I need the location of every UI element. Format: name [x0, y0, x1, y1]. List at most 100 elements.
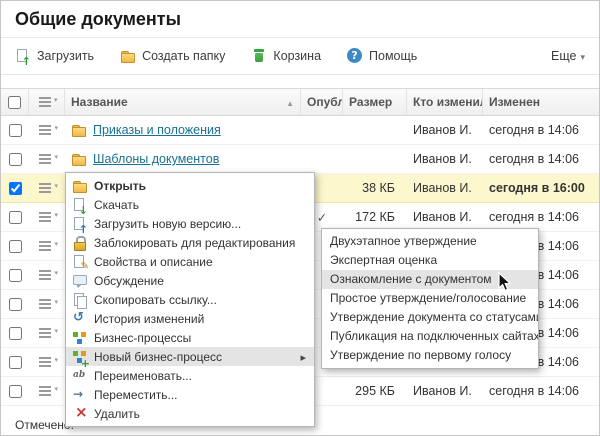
- size-cell: 38 КБ: [343, 181, 407, 195]
- menu-copy-link[interactable]: Скопировать ссылку...: [66, 290, 314, 309]
- menu-item-label: Переместить...: [94, 388, 178, 402]
- row-menu-icon[interactable]: [39, 269, 55, 281]
- folder-icon: [71, 122, 87, 138]
- row-menu-cell: [29, 327, 65, 339]
- menu-item-label: Загрузить новую версию...: [94, 217, 241, 231]
- menu-rename[interactable]: Переименовать...: [66, 366, 314, 385]
- upload-button[interactable]: Загрузить: [15, 48, 94, 64]
- column-header-size[interactable]: Размер: [343, 89, 407, 115]
- row-menu-cell: [29, 385, 65, 397]
- submenu-first-vote-approval[interactable]: Утверждение по первому голосу: [322, 346, 538, 365]
- menu-properties[interactable]: Свойства и описание: [66, 252, 314, 271]
- history-icon: [72, 311, 88, 327]
- submenu-two-stage-approval[interactable]: Двухэтапное утверждение: [322, 232, 538, 251]
- size-cell-text: 172 КБ: [355, 210, 395, 224]
- recycle-bin-button[interactable]: Корзина: [251, 48, 321, 64]
- row-checkbox[interactable]: [9, 269, 22, 282]
- menu-business-processes[interactable]: Бизнес-процессы: [66, 328, 314, 347]
- column-header-published[interactable]: Опубл.: [301, 89, 343, 115]
- row-menu-icon[interactable]: [39, 124, 55, 136]
- modified-by-cell-text: Иванов И.: [413, 210, 472, 224]
- row-check-cell: [1, 211, 29, 224]
- toolbar-label: Загрузить: [37, 49, 94, 63]
- size-cell-text: 295 КБ: [355, 384, 395, 398]
- menu-item-label: Скопировать ссылку...: [94, 293, 217, 307]
- column-header-modified[interactable]: Изменен: [483, 89, 599, 115]
- row-menu-icon[interactable]: [39, 385, 55, 397]
- row-menu-icon[interactable]: [39, 356, 55, 368]
- trash-icon: [251, 48, 267, 64]
- column-label: Опубл.: [307, 95, 343, 109]
- row-checkbox[interactable]: [9, 385, 22, 398]
- modified-cell: сегодня в 14:06: [483, 384, 599, 398]
- menu-discussion[interactable]: Обсуждение: [66, 271, 314, 290]
- row-menu-icon[interactable]: [39, 211, 55, 223]
- menu-item-label: Заблокировать для редактирования: [94, 236, 295, 250]
- row-menu-icon[interactable]: [39, 240, 55, 252]
- row-checkbox[interactable]: [9, 327, 22, 340]
- menu-item-label: Открыть: [94, 179, 146, 193]
- toolbar-label: Создать папку: [142, 49, 225, 63]
- submenu-status-approval[interactable]: Утверждение документа со статусами: [322, 308, 538, 327]
- submenu-expert-evaluation[interactable]: Экспертная оценка: [322, 251, 538, 270]
- modified-by-cell: Иванов И.: [407, 384, 483, 398]
- menu-new-business-process[interactable]: Новый бизнес-процесс: [66, 347, 314, 366]
- folder-link[interactable]: Шаблоны документов: [93, 152, 219, 166]
- create-folder-button[interactable]: Создать папку: [120, 48, 225, 64]
- menu-upload-new-version[interactable]: Загрузить новую версию...: [66, 214, 314, 233]
- row-menu-icon[interactable]: [39, 153, 55, 165]
- row-checkbox[interactable]: [9, 356, 22, 369]
- submenu-publish-to-sites[interactable]: Публикация на подключенных сайтах: [322, 327, 538, 346]
- modified-cell: сегодня в 14:06: [483, 210, 599, 224]
- menu-history[interactable]: История изменений: [66, 309, 314, 328]
- menu-download[interactable]: Скачать: [66, 195, 314, 214]
- delete-icon: [72, 406, 88, 422]
- row-menu-icon[interactable]: [39, 182, 55, 194]
- column-label: Изменен: [489, 95, 540, 109]
- copy-link-icon: [72, 292, 88, 308]
- row-checkbox[interactable]: [9, 298, 22, 311]
- modified-cell: сегодня в 16:00: [483, 181, 599, 195]
- modified-cell: сегодня в 14:06: [483, 123, 599, 137]
- modified-by-cell-text: Иванов И.: [413, 152, 472, 166]
- modified-by-cell: Иванов И.: [407, 152, 483, 166]
- row-checkbox[interactable]: [9, 211, 22, 224]
- row-check-cell: [1, 182, 29, 195]
- toolbar: Загрузить Создать папку Корзина Помощь Еще: [1, 38, 599, 75]
- column-header-modified-by[interactable]: Кто изменил: [407, 89, 483, 115]
- row-check-cell: [1, 356, 29, 369]
- row-menu-icon[interactable]: [39, 298, 55, 310]
- context-menu: Открыть Скачать Загрузить новую версию... З…: [65, 172, 315, 427]
- toolbar-items: Загрузить Создать папку Корзина Помощь: [15, 48, 443, 64]
- help-button[interactable]: Помощь: [347, 48, 417, 64]
- menu-item-label: Новый бизнес-процесс: [94, 350, 222, 364]
- row-menu-cell: [29, 211, 65, 223]
- menu-open[interactable]: Открыть: [66, 176, 314, 195]
- menu-item-label: Скачать: [94, 198, 139, 212]
- row-menu-cell: [29, 240, 65, 252]
- folder-link[interactable]: Приказы и положения: [93, 123, 221, 137]
- row-menu-icon[interactable]: [39, 327, 55, 339]
- table-row: Шаблоны документовИванов И.сегодня в 14:…: [1, 145, 599, 174]
- modified-cell-text: сегодня в 16:00: [489, 181, 585, 195]
- menu-move[interactable]: Переместить...: [66, 385, 314, 404]
- modified-by-cell-text: Иванов И.: [413, 181, 472, 195]
- toolbar-label: Корзина: [273, 49, 321, 63]
- row-checkbox[interactable]: [9, 240, 22, 253]
- menu-lock-for-editing[interactable]: Заблокировать для редактирования: [66, 233, 314, 252]
- row-checkbox[interactable]: [9, 182, 22, 195]
- row-menu-cell: [29, 153, 65, 165]
- row-checkbox[interactable]: [9, 124, 22, 137]
- column-header-name[interactable]: Название: [65, 89, 301, 115]
- menu-delete[interactable]: Удалить: [66, 404, 314, 423]
- modified-by-cell: Иванов И.: [407, 123, 483, 137]
- grid-settings-cell: [29, 89, 65, 115]
- grid-settings-icon[interactable]: [39, 96, 55, 108]
- upload-icon: [15, 48, 31, 64]
- modified-by-cell-text: Иванов И.: [413, 384, 472, 398]
- page-title: Общие документы: [15, 9, 585, 29]
- select-all-checkbox[interactable]: [8, 96, 21, 109]
- more-button[interactable]: Еще: [551, 49, 585, 63]
- row-checkbox[interactable]: [9, 153, 22, 166]
- modified-by-cell: Иванов И.: [407, 210, 483, 224]
